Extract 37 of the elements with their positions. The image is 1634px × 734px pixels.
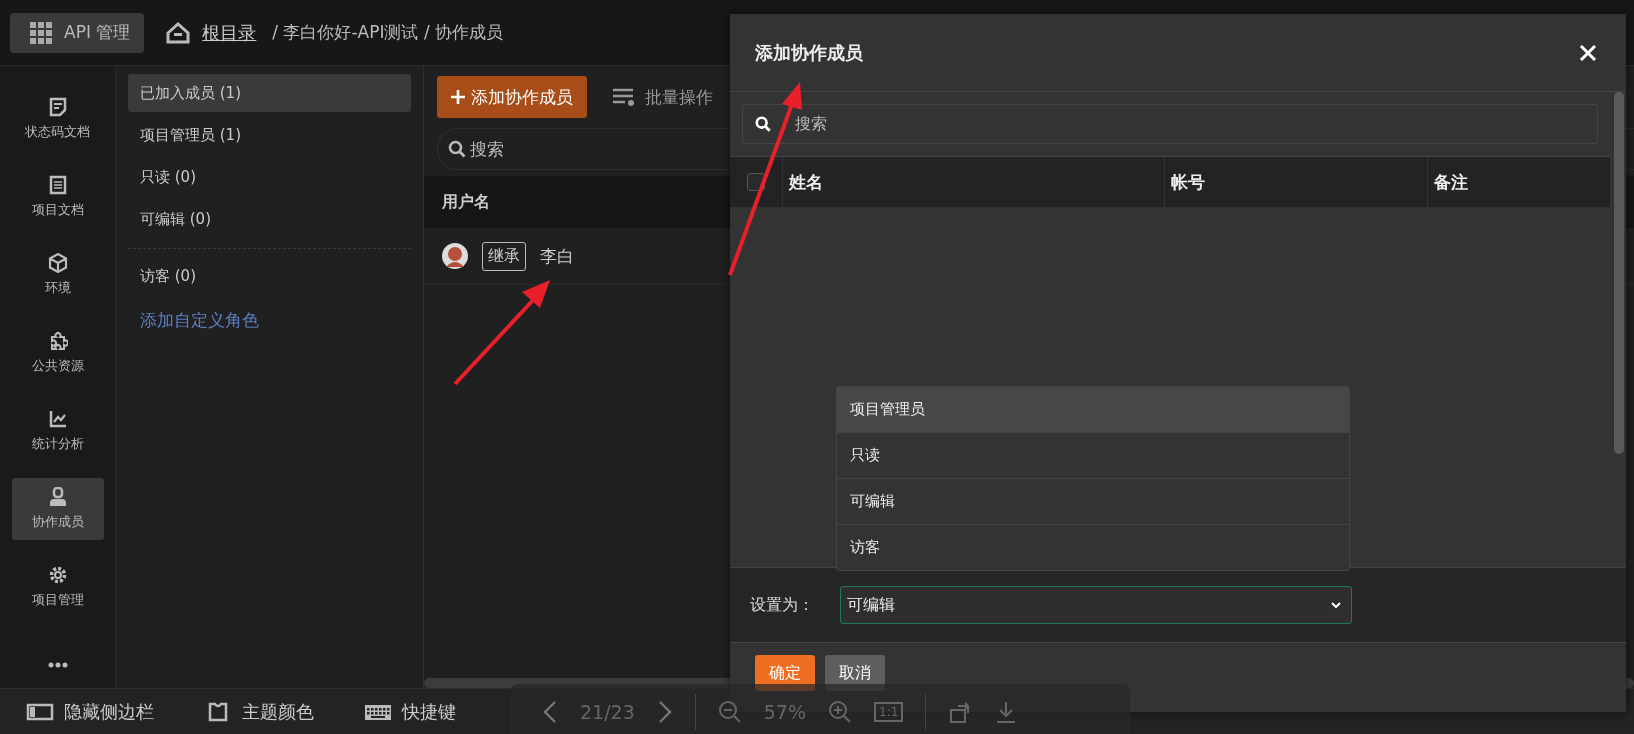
sidebar-item[interactable]: 公共资源 — [11, 322, 104, 384]
role-item[interactable]: 已加入成员 (1) — [128, 74, 411, 112]
sidebar-item[interactable]: 状态码文档 — [11, 88, 104, 150]
add-role-link[interactable]: 添加自定义角色 — [128, 299, 411, 332]
breadcrumb-path: / 李白你好-API测试 / 协作成员 — [272, 21, 503, 44]
sidebar-item[interactable]: 协作成员 — [11, 478, 104, 540]
column-header: 用户名 — [442, 191, 490, 213]
sidebar-item[interactable]: 项目管理 — [11, 556, 104, 618]
bottom-bar-button[interactable]: 主题颜色 — [198, 698, 320, 725]
role-item[interactable]: 可编辑 (0) — [128, 200, 411, 238]
sidebar-item[interactable]: 项目文档 — [11, 166, 104, 228]
role-item[interactable]: 访客 (0) — [128, 257, 411, 295]
breadcrumb-link[interactable]: 根目录 — [202, 20, 257, 45]
sidebar-item[interactable]: 统计分析 — [11, 400, 104, 462]
dialog-title: 添加协作成员 — [755, 40, 863, 65]
menu-item[interactable]: 可编辑 — [837, 478, 1349, 524]
menu-item[interactable]: 访客 — [837, 524, 1349, 570]
search-field[interactable]: 搜索 — [742, 104, 1598, 144]
sidebar-item[interactable]: 环境 — [11, 244, 104, 306]
role-select[interactable]: 可编辑 — [840, 586, 1352, 624]
app-menu-button[interactable]: API 管理 — [10, 12, 145, 53]
bottom-bar-button[interactable]: 隐藏侧边栏 — [20, 698, 160, 725]
menu-item[interactable]: 项目管理员 — [837, 387, 1349, 432]
member-name: 李白 — [540, 244, 574, 268]
bottom-bar-button[interactable]: 快捷键 — [358, 698, 462, 725]
role-label: 设置为： — [750, 594, 814, 616]
zoom-level: 57% — [763, 701, 806, 723]
batch-button[interactable]: 批量操作 — [607, 84, 719, 110]
column-header: 备注 — [1433, 170, 1469, 194]
inherit-tag: 继承 — [482, 241, 526, 271]
column-header: 帐号 — [1165, 157, 1428, 207]
add-member-button[interactable]: 添加协作成员 — [437, 76, 587, 118]
menu-item[interactable]: 只读 — [837, 432, 1349, 478]
column-header: 姓名 — [783, 157, 1165, 207]
page-counter: 21/23 — [580, 701, 635, 723]
role-item[interactable]: 项目管理员 (1) — [128, 116, 411, 154]
role-item[interactable]: 只读 (0) — [128, 158, 411, 196]
